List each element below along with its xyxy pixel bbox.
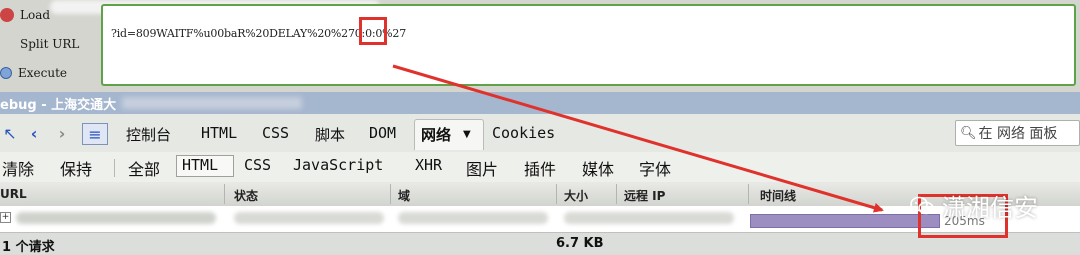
watermark-text: 潇湘信安: [942, 194, 1038, 222]
watermark: 潇湘信安: [910, 188, 1038, 223]
wechat-logo-icon: [910, 196, 934, 214]
